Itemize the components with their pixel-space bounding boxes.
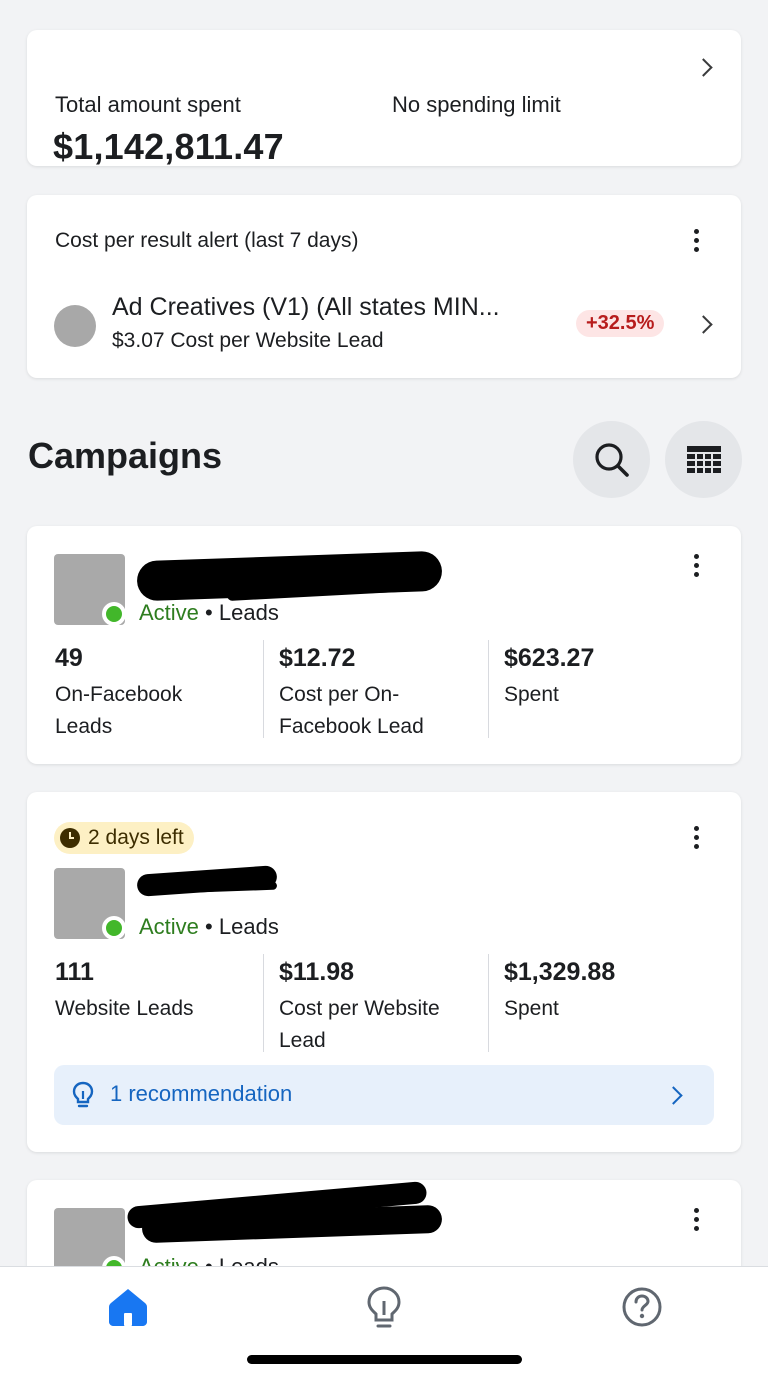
metric-value: 49 bbox=[55, 644, 83, 672]
metric-label: Cost per On-Facebook Lead bbox=[279, 683, 424, 738]
more-options-icon[interactable] bbox=[693, 229, 699, 257]
metric-cost-per-result: $12.72 Cost per On-Facebook Lead bbox=[279, 644, 489, 743]
metric-label: On-Facebook Leads bbox=[55, 683, 183, 738]
metric-results: 111 Website Leads bbox=[55, 958, 265, 1025]
status-active-dot bbox=[102, 602, 126, 626]
status-text: Active bbox=[139, 600, 199, 625]
metric-label: Cost per Website Lead bbox=[279, 997, 440, 1052]
more-options-icon[interactable] bbox=[693, 1208, 699, 1236]
metric-label: Website Leads bbox=[55, 997, 194, 1020]
chevron-right-icon[interactable] bbox=[664, 1086, 683, 1105]
chevron-right-icon[interactable] bbox=[694, 315, 713, 334]
customize-columns-button[interactable] bbox=[665, 421, 742, 498]
chevron-right-icon[interactable] bbox=[694, 58, 713, 77]
status-active-dot bbox=[102, 916, 126, 940]
divider bbox=[488, 640, 489, 738]
home-icon bbox=[109, 1289, 147, 1326]
alert-ad-cost: $3.07 Cost per Website Lead bbox=[112, 329, 384, 352]
divider bbox=[488, 954, 489, 1052]
status-separator: • bbox=[205, 914, 213, 939]
campaign-card[interactable]: Active • Leads 49 On-Facebook Leads $12.… bbox=[27, 526, 741, 764]
alert-ad-name[interactable]: Ad Creatives (V1) (All states MIN... bbox=[112, 293, 500, 322]
alert-change-badge: +32.5% bbox=[576, 310, 665, 337]
days-left-text: 2 days left bbox=[88, 826, 184, 849]
alert-title: Cost per result alert (last 7 days) bbox=[55, 229, 359, 252]
recommendation-banner[interactable]: 1 recommendation bbox=[54, 1065, 714, 1125]
status-text: Active bbox=[139, 914, 199, 939]
bottom-nav bbox=[0, 1266, 768, 1376]
search-button[interactable] bbox=[573, 421, 650, 498]
divider bbox=[263, 640, 264, 738]
campaign-status: Active • Leads bbox=[139, 600, 279, 626]
nav-recommendations[interactable] bbox=[364, 1285, 404, 1331]
lightbulb-icon bbox=[367, 1286, 401, 1328]
home-indicator bbox=[247, 1355, 522, 1364]
more-options-icon[interactable] bbox=[693, 554, 699, 582]
total-spent-amount: $1,142,811.47 bbox=[53, 126, 284, 167]
spending-limit-text: No spending limit bbox=[392, 92, 561, 117]
days-left-badge: 2 days left bbox=[54, 822, 194, 854]
nav-help[interactable] bbox=[620, 1285, 664, 1329]
metric-value: $12.72 bbox=[279, 644, 356, 672]
metric-label: Spent bbox=[504, 683, 559, 706]
metric-cost-per-result: $11.98 Cost per Website Lead bbox=[279, 958, 489, 1057]
campaign-objective: Leads bbox=[218, 600, 279, 625]
table-columns-icon bbox=[687, 446, 721, 473]
campaign-card[interactable]: 2 days left Active • Leads 111 Website L… bbox=[27, 792, 741, 1152]
campaign-objective: Leads bbox=[218, 914, 279, 939]
screen: Total amount spent $1,142,811.47 No spen… bbox=[0, 0, 768, 1376]
search-icon bbox=[595, 443, 629, 477]
metric-results: 49 On-Facebook Leads bbox=[55, 644, 265, 743]
divider bbox=[263, 954, 264, 1052]
metric-label: Spent bbox=[504, 997, 559, 1020]
campaigns-title: Campaigns bbox=[28, 435, 223, 476]
metric-value: 111 bbox=[55, 958, 94, 986]
total-spent-card[interactable]: Total amount spent $1,142,811.47 No spen… bbox=[27, 30, 741, 167]
total-spent-label: Total amount spent bbox=[55, 92, 241, 117]
lightbulb-icon bbox=[72, 1081, 94, 1108]
metric-spent: $623.27 Spent bbox=[504, 644, 714, 711]
metric-value: $623.27 bbox=[504, 644, 595, 672]
status-separator: • bbox=[205, 600, 213, 625]
campaign-status: Active • Leads bbox=[139, 914, 279, 940]
more-options-icon[interactable] bbox=[693, 826, 699, 854]
cost-alert-card: Cost per result alert (last 7 days) Ad C… bbox=[27, 195, 741, 378]
metric-value: $11.98 bbox=[279, 958, 355, 986]
help-icon bbox=[622, 1287, 662, 1327]
clock-icon bbox=[60, 828, 80, 848]
ad-avatar bbox=[54, 305, 96, 347]
metric-value: $1,329.88 bbox=[504, 958, 616, 986]
metric-spent: $1,329.88 Spent bbox=[504, 958, 714, 1025]
recommendation-text: 1 recommendation bbox=[110, 1081, 293, 1106]
nav-home[interactable] bbox=[106, 1285, 150, 1329]
